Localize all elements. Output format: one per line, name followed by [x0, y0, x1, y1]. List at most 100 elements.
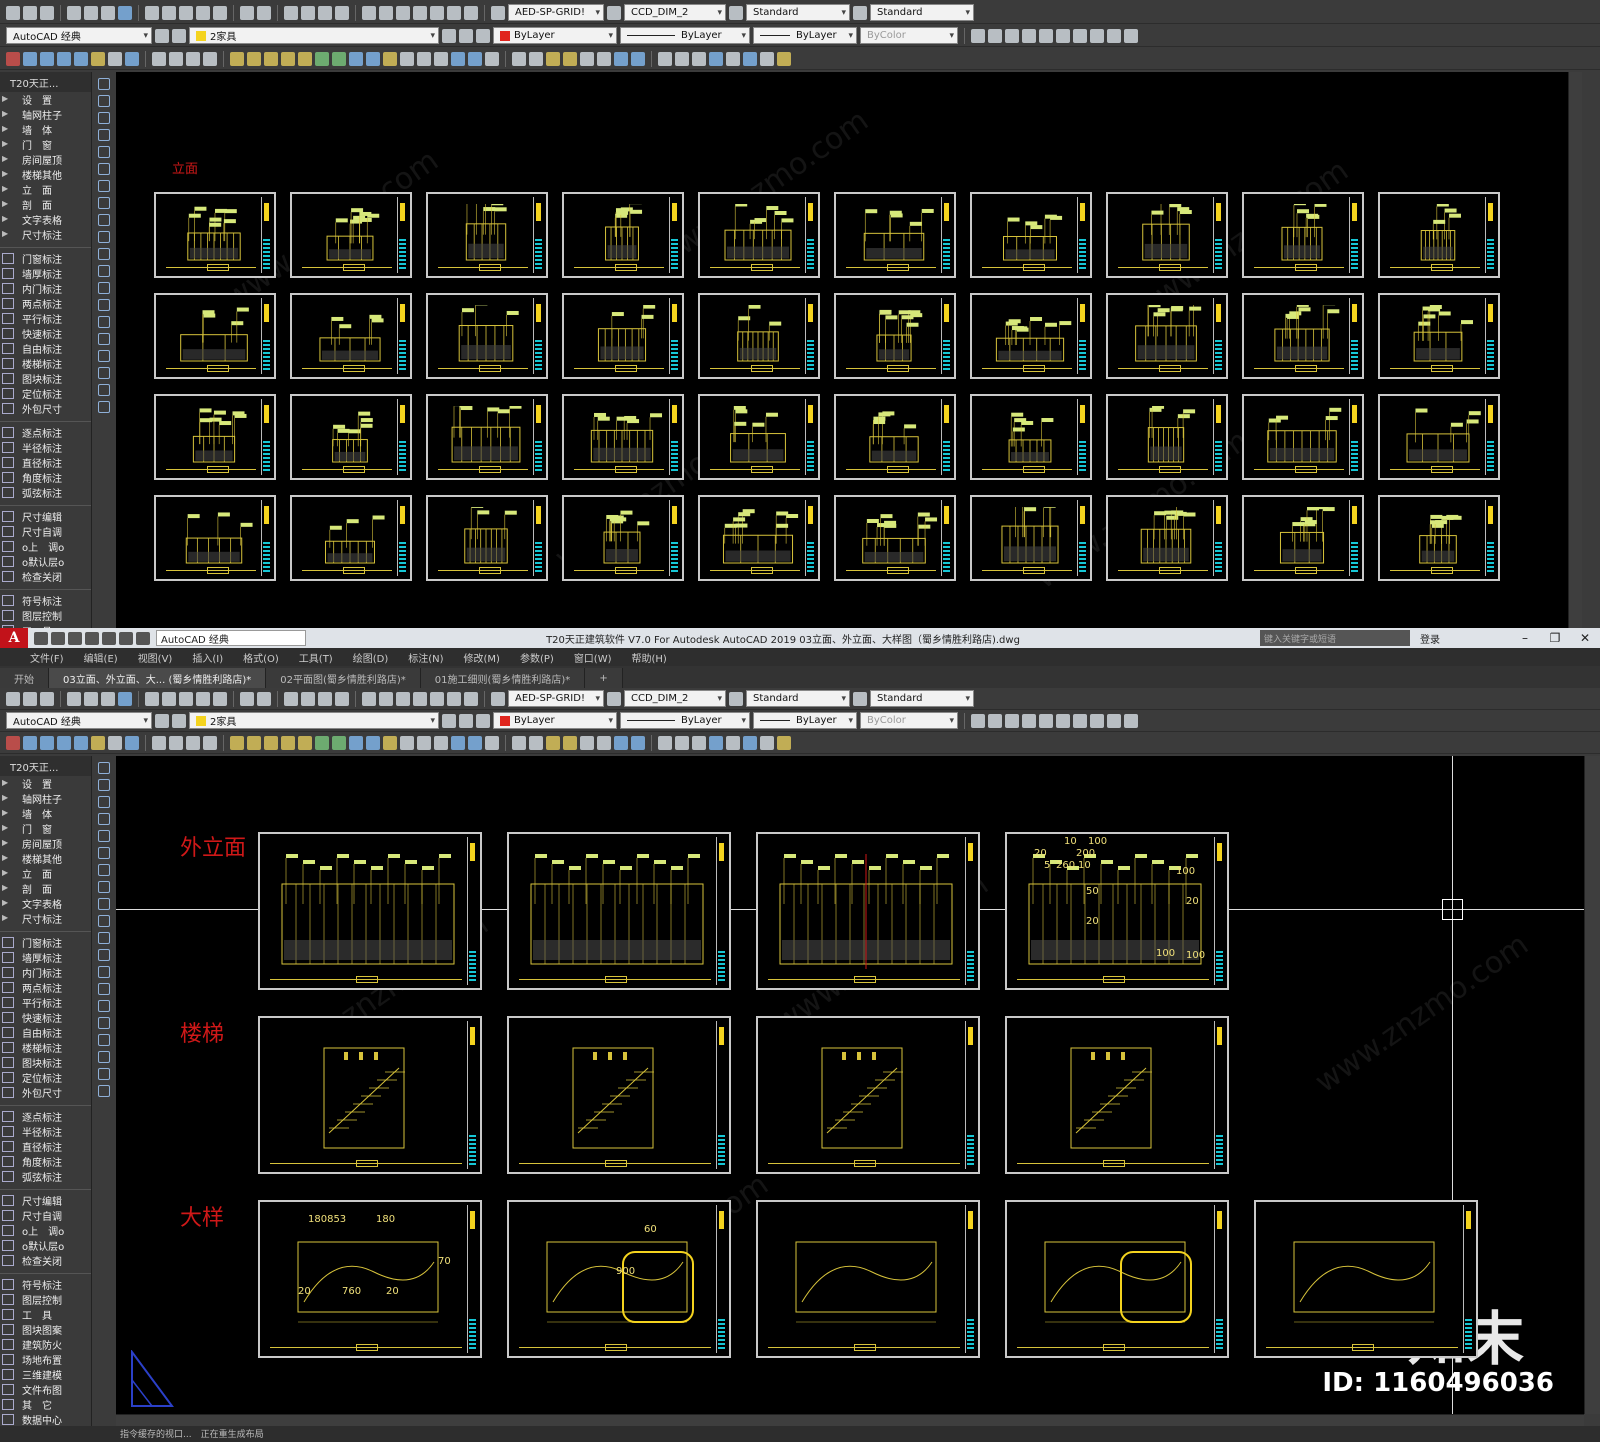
- preview-icon[interactable]: [84, 6, 98, 20]
- pan-icon[interactable]: [284, 6, 298, 20]
- sidebar-item[interactable]: 直径标注: [0, 455, 91, 470]
- table-style-select[interactable]: Standard: [746, 690, 850, 707]
- sidebar-item[interactable]: 逐点标注: [0, 1109, 91, 1124]
- drawing-sheet[interactable]: [1106, 495, 1228, 581]
- design-center-icon[interactable]: [379, 6, 393, 20]
- linetype-select[interactable]: ByLayer: [620, 27, 750, 44]
- fire-icon[interactable]: [675, 736, 689, 750]
- diameter-dim-icon[interactable]: [451, 736, 465, 750]
- text-icon[interactable]: [152, 736, 166, 750]
- wall-dim-icon[interactable]: [247, 52, 261, 66]
- sidebar-item[interactable]: ▶门 窗: [0, 137, 91, 152]
- data-center-icon[interactable]: [760, 736, 774, 750]
- qa-redo-icon[interactable]: [136, 632, 150, 645]
- radius-dim-icon[interactable]: [434, 736, 448, 750]
- list-icon[interactable]: [1107, 714, 1121, 728]
- bring-front-icon[interactable]: [988, 29, 1002, 43]
- drawing-sheet[interactable]: [756, 1200, 980, 1358]
- insert-block-icon[interactable]: [98, 265, 110, 277]
- align-left-icon[interactable]: [1022, 714, 1036, 728]
- drawing-sheet[interactable]: [154, 293, 276, 379]
- dim-edit-icon[interactable]: [512, 736, 526, 750]
- grid-icon[interactable]: [1090, 714, 1104, 728]
- drawing-sheet[interactable]: [426, 192, 548, 278]
- properties-icon[interactable]: [362, 6, 376, 20]
- drawing-sheet[interactable]: [698, 192, 820, 278]
- sidebar-item[interactable]: 图层控制: [0, 1292, 91, 1307]
- sidebar-item[interactable]: ▶楼梯其他: [0, 167, 91, 182]
- line-icon[interactable]: [98, 762, 110, 774]
- minimize-icon[interactable]: –: [1510, 631, 1540, 645]
- undo-icon[interactable]: [240, 6, 254, 20]
- block-lib-icon[interactable]: [658, 52, 672, 66]
- markup-icon[interactable]: [430, 692, 444, 706]
- symbol-mark-icon[interactable]: [597, 736, 611, 750]
- symbol-icon[interactable]: [203, 736, 217, 750]
- color-select[interactable]: ByLayer: [493, 712, 617, 729]
- layer-previous-icon[interactable]: [459, 714, 473, 728]
- drawing-sheet[interactable]: [756, 832, 980, 990]
- point-icon[interactable]: [98, 983, 110, 995]
- sidebar-item[interactable]: 楼梯标注: [0, 356, 91, 371]
- dim-icon[interactable]: [186, 736, 200, 750]
- drawing-sheet[interactable]: [507, 1200, 731, 1358]
- sidebar-item[interactable]: 内门标注: [0, 965, 91, 980]
- point-dim-icon[interactable]: [417, 736, 431, 750]
- list-icon[interactable]: [1107, 29, 1121, 43]
- sidebar-item[interactable]: 半径标注: [0, 1124, 91, 1139]
- text-style-select[interactable]: AED-SP-GRID!: [508, 690, 604, 707]
- arc-icon[interactable]: [98, 847, 110, 859]
- diameter-dim-icon[interactable]: [451, 52, 465, 66]
- menu-item[interactable]: 帮助(H): [632, 650, 667, 665]
- wall-icon[interactable]: [23, 736, 37, 750]
- workspace-settings-icon[interactable]: [155, 714, 169, 728]
- sidebar-item[interactable]: 外包尺寸: [0, 401, 91, 416]
- site-icon[interactable]: [692, 52, 706, 66]
- horizontal-scrollbar[interactable]: [116, 1414, 1584, 1426]
- sidebar-item[interactable]: ▶立 面: [0, 866, 91, 881]
- dim-default-icon[interactable]: [563, 736, 577, 750]
- arc-dim-icon[interactable]: [485, 52, 499, 66]
- sidebar-item[interactable]: 尺寸编辑: [0, 509, 91, 524]
- markup-icon[interactable]: [430, 6, 444, 20]
- cut-icon[interactable]: [145, 6, 159, 20]
- sidebar-item[interactable]: 其 它: [0, 1397, 91, 1412]
- drawing-sheet[interactable]: [834, 192, 956, 278]
- zoom-realtime-icon[interactable]: [301, 6, 315, 20]
- document-tab[interactable]: 01施工细则(蜀乡情胜利路店)*: [421, 668, 586, 688]
- drawing-sheet[interactable]: [1242, 293, 1364, 379]
- layout-icon[interactable]: [726, 52, 740, 66]
- arc-icon[interactable]: [98, 163, 110, 175]
- menu-item[interactable]: 格式(O): [243, 650, 279, 665]
- text-icon[interactable]: [152, 52, 166, 66]
- table-style-select[interactable]: Standard: [746, 4, 850, 21]
- mleader-style-select[interactable]: Standard: [870, 4, 974, 21]
- qa-undo-icon[interactable]: [119, 632, 133, 645]
- align-center-icon[interactable]: [1039, 714, 1053, 728]
- block-icon[interactable]: [213, 6, 227, 20]
- insert-block-icon[interactable]: [98, 949, 110, 961]
- ellipse-arc-icon[interactable]: [98, 248, 110, 260]
- help-icon[interactable]: [464, 692, 478, 706]
- drawing-sheet[interactable]: [1254, 1200, 1478, 1358]
- table-draw-icon[interactable]: [98, 1051, 110, 1063]
- document-tab[interactable]: 02平面图(蜀乡情胜利路店)*: [266, 668, 421, 688]
- zoom-window-icon[interactable]: [318, 692, 332, 706]
- design-center-icon[interactable]: [379, 692, 393, 706]
- align-right-icon[interactable]: [1056, 714, 1070, 728]
- menu-item[interactable]: 工具(T): [299, 650, 333, 665]
- sidebar-item[interactable]: ▶文字表格: [0, 896, 91, 911]
- bring-front-icon[interactable]: [988, 714, 1002, 728]
- paste-icon[interactable]: [179, 6, 193, 20]
- gradient-icon[interactable]: [98, 1017, 110, 1029]
- other-icon[interactable]: [743, 736, 757, 750]
- region-icon[interactable]: [98, 1034, 110, 1046]
- circle-icon[interactable]: [98, 180, 110, 192]
- polyline-icon[interactable]: [98, 112, 110, 124]
- close-icon[interactable]: ✕: [1570, 631, 1600, 645]
- drawing-sheet[interactable]: [154, 394, 276, 480]
- drawing-sheet[interactable]: [1242, 394, 1364, 480]
- workspace-select[interactable]: AutoCAD 经典: [6, 27, 152, 44]
- sidebar-item[interactable]: 角度标注: [0, 470, 91, 485]
- drawing-sheet[interactable]: [562, 394, 684, 480]
